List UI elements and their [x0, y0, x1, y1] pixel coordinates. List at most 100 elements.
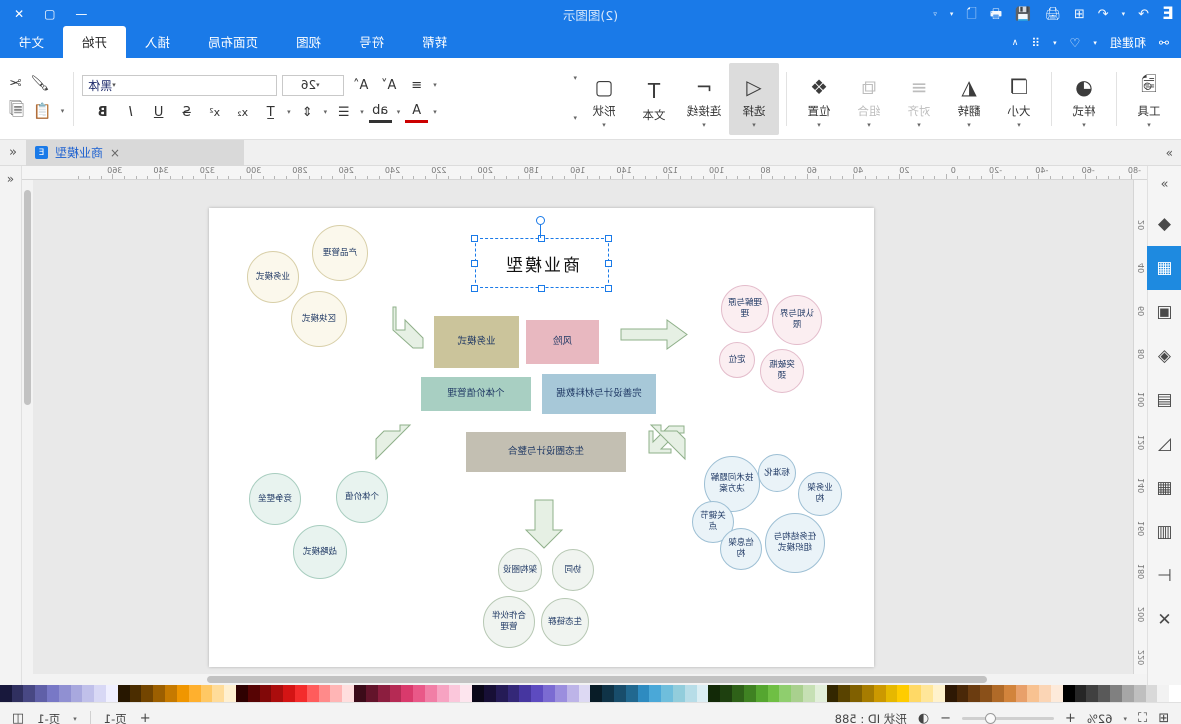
palette-swatch[interactable]	[47, 685, 59, 702]
palette-swatch[interactable]	[236, 685, 248, 702]
palette-swatch[interactable]	[495, 685, 508, 702]
shape-more-icon[interactable]: ▾	[573, 114, 577, 122]
sidebar-item-table[interactable]: ▦	[1148, 466, 1181, 510]
sidebar-item-shapes[interactable]: ◆	[1148, 202, 1181, 246]
rotate-handle[interactable]	[536, 216, 545, 225]
ribbon-button-shape[interactable]: ▢ 形状 ▾	[579, 63, 629, 135]
resize-handle[interactable]	[471, 235, 478, 242]
resize-handle[interactable]	[605, 285, 612, 292]
sidebar-item-connect[interactable]: ✕	[1148, 598, 1181, 642]
palette-swatch[interactable]	[1121, 685, 1134, 702]
font-family-input[interactable]: ▾ 黑体	[82, 74, 278, 96]
palette-swatch[interactable]	[814, 685, 827, 702]
chevron-down-icon[interactable]: ▾	[1147, 121, 1151, 129]
subscript-icon[interactable]: x₂	[231, 102, 254, 123]
cloud-label[interactable]: 和建组	[1110, 34, 1146, 51]
palette-swatch[interactable]	[1145, 685, 1158, 702]
palette-swatch[interactable]	[531, 685, 544, 702]
grow-font-icon[interactable]: A˄	[349, 75, 372, 96]
circle-info-arch[interactable]: 信息架构	[720, 528, 762, 570]
diagram-page[interactable]: 商业模型 风险 业务模式 完善设计与材料数据 个体价值管理 生态圈设计与整合 产…	[209, 208, 874, 667]
expand-panel-icon[interactable]: »	[1158, 146, 1181, 160]
palette-swatch[interactable]	[448, 685, 461, 702]
circle-collaboration[interactable]: 协同	[552, 549, 594, 591]
paragraph-dropdown-icon[interactable]: ▾	[433, 81, 437, 89]
circle-understanding[interactable]: 理解与原理	[721, 285, 769, 333]
palette-swatch[interactable]	[968, 685, 981, 702]
shape-risk[interactable]: 风险	[526, 320, 599, 364]
palette-swatch[interactable]	[306, 685, 319, 702]
palette-swatch[interactable]	[224, 685, 236, 702]
palette-swatch[interactable]	[625, 685, 638, 702]
bullets-dropdown-icon[interactable]: ▾	[360, 108, 364, 116]
palette-swatch[interactable]	[873, 685, 886, 702]
palette-swatch[interactable]	[1098, 685, 1111, 702]
scrollbar-thumb[interactable]	[24, 190, 31, 405]
palette-swatch[interactable]	[1133, 685, 1146, 702]
palette-swatch[interactable]	[117, 685, 130, 702]
tab-view[interactable]: 视图	[277, 26, 340, 58]
palette-swatch[interactable]	[850, 685, 863, 702]
palette-swatch[interactable]	[743, 685, 756, 702]
palette-swatch[interactable]	[165, 685, 177, 702]
palette-swatch[interactable]	[708, 685, 721, 702]
diagram-title[interactable]: 商业模型	[478, 240, 606, 286]
palette-swatch[interactable]	[673, 685, 685, 702]
palette-swatch[interactable]	[1110, 685, 1122, 702]
account-dropdown-icon[interactable]: ▾	[1053, 39, 1057, 47]
ribbon-button-flip[interactable]: ◭ 翻转 ▾	[944, 63, 994, 135]
tab-help[interactable]: 转帮	[403, 26, 466, 58]
fit-width-icon[interactable]: ⊞	[1158, 711, 1169, 724]
palette-swatch[interactable]	[259, 685, 272, 702]
palette-swatch[interactable]	[980, 685, 992, 702]
palette-swatch[interactable]	[472, 685, 485, 702]
palette-swatch[interactable]	[436, 685, 449, 702]
palette-swatch[interactable]	[1051, 685, 1063, 702]
palette-swatch[interactable]	[554, 685, 567, 702]
palette-swatch[interactable]	[720, 685, 733, 702]
sidebar-item-pages[interactable]: ▤	[1148, 378, 1181, 422]
view-mode-icon[interactable]: ◫	[12, 711, 24, 724]
circle-product-mgmt[interactable]: 产品管理	[312, 225, 368, 281]
paste-icon[interactable]: 📋	[33, 102, 52, 120]
highlight-icon[interactable]: ab	[368, 101, 392, 123]
circle-bottleneck[interactable]: 突破瓶颈	[760, 349, 804, 393]
palette-swatch[interactable]	[519, 685, 532, 702]
palette-swatch[interactable]	[82, 685, 95, 702]
palette-swatch[interactable]	[684, 685, 697, 702]
palette-swatch[interactable]	[318, 685, 331, 702]
circle-task-structure[interactable]: 任务结构与组织模式	[765, 513, 825, 573]
sidebar-item-chart[interactable]: ◺	[1148, 422, 1181, 466]
palette-swatch[interactable]	[507, 685, 520, 702]
palette-swatch[interactable]	[11, 685, 24, 702]
sidebar-item-widget[interactable]: ▥	[1148, 510, 1181, 554]
palette-swatch[interactable]	[153, 685, 166, 702]
shrink-font-icon[interactable]: A˅	[377, 75, 400, 96]
page-dropdown-icon[interactable]: ▾	[73, 715, 77, 723]
circle-business-arch[interactable]: 业务架构	[798, 472, 842, 516]
palette-swatch[interactable]	[944, 685, 957, 702]
palette-swatch[interactable]	[897, 685, 910, 702]
circle-cognition[interactable]: 认知与界限	[772, 295, 822, 345]
palette-swatch[interactable]	[1027, 685, 1040, 702]
palette-swatch[interactable]	[365, 685, 378, 702]
vertical-scrollbar[interactable]	[22, 180, 33, 674]
zoom-in-button[interactable]: +	[1065, 711, 1076, 724]
shape-business-model[interactable]: 业务模式	[434, 316, 519, 368]
palette-swatch[interactable]	[377, 685, 390, 702]
palette-swatch[interactable]	[354, 685, 366, 702]
ribbon-button-text[interactable]: T 文本	[629, 63, 679, 135]
add-page-button[interactable]: +	[140, 711, 151, 724]
palette-swatch[interactable]	[767, 685, 780, 702]
palette-swatch[interactable]	[129, 685, 142, 702]
palette-swatch[interactable]	[649, 685, 662, 702]
linespacing-dropdown-icon[interactable]: ▾	[324, 108, 328, 116]
palette-swatch[interactable]	[932, 685, 945, 702]
palette-swatch[interactable]	[0, 685, 12, 702]
chevron-up-icon[interactable]: ∧	[1012, 38, 1019, 48]
palette-swatch[interactable]	[1086, 685, 1099, 702]
palette-swatch[interactable]	[543, 685, 555, 702]
shape-design-material[interactable]: 完善设计与材料数据	[542, 374, 656, 414]
palette-swatch[interactable]	[755, 685, 768, 702]
chevron-down-icon[interactable]: ▾	[817, 121, 821, 129]
